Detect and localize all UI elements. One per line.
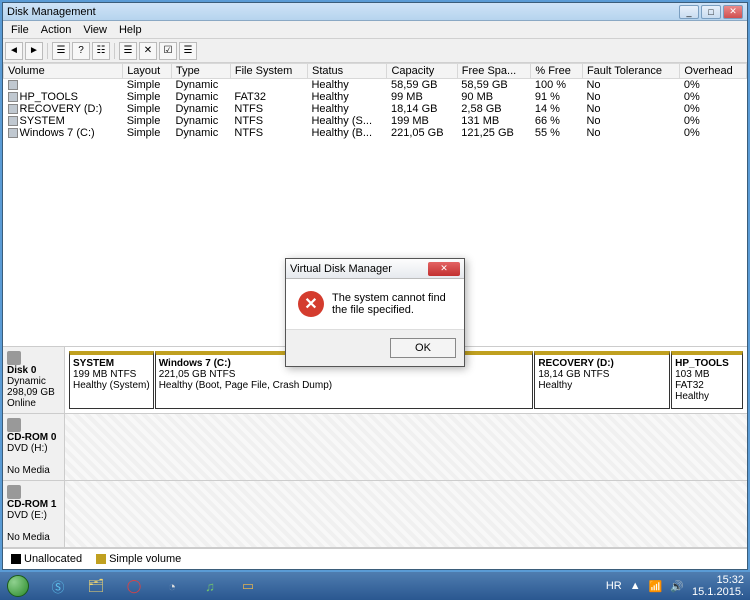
- partition[interactable]: HP_TOOLS103 MB FAT32Healthy: [671, 351, 743, 409]
- no-media: [65, 414, 747, 480]
- column-header[interactable]: Capacity: [387, 64, 457, 79]
- menu-view[interactable]: View: [77, 22, 113, 38]
- volume-icon: [8, 104, 18, 114]
- toolbar-button[interactable]: ☰: [52, 42, 70, 60]
- disk-header: Disk 0Dynamic298,09 GBOnline: [3, 347, 65, 413]
- window-title: Disk Management: [7, 6, 679, 18]
- column-header[interactable]: Type: [171, 64, 230, 79]
- forward-button[interactable]: ►: [25, 42, 43, 60]
- toolbar: ◄ ► ☰ ? ☷ ☰ ✕ ☑ ☰: [3, 39, 747, 63]
- column-header[interactable]: Layout: [123, 64, 172, 79]
- tray-network-icon[interactable]: 📶: [649, 580, 663, 593]
- volume-icon: [8, 92, 18, 102]
- windows-orb-icon: [7, 575, 29, 597]
- properties-icon[interactable]: ☑: [159, 42, 177, 60]
- dialog-titlebar[interactable]: Virtual Disk Manager ✕: [286, 259, 464, 279]
- taskbar-explorer-icon[interactable]: 🗂: [78, 574, 114, 598]
- disk-icon: [7, 418, 21, 432]
- toolbar-button[interactable]: ☰: [119, 42, 137, 60]
- tray-lang[interactable]: HR: [606, 580, 622, 592]
- error-dialog: Virtual Disk Manager ✕ ✕ The system cann…: [285, 258, 465, 367]
- dialog-close-button[interactable]: ✕: [428, 262, 460, 276]
- disk-header: CD-ROM 0DVD (H:)No Media: [3, 414, 65, 480]
- delete-icon[interactable]: ✕: [139, 42, 157, 60]
- menu-help[interactable]: Help: [113, 22, 148, 38]
- column-header[interactable]: Fault Tolerance: [582, 64, 679, 79]
- column-header[interactable]: Free Spa...: [457, 64, 531, 79]
- graphical-view[interactable]: Disk 0Dynamic298,09 GBOnlineSYSTEM199 MB…: [3, 346, 747, 548]
- ok-button[interactable]: OK: [390, 338, 456, 358]
- column-header[interactable]: Volume: [4, 64, 123, 79]
- column-header[interactable]: Status: [307, 64, 387, 79]
- menu-action[interactable]: Action: [35, 22, 78, 38]
- minimize-button[interactable]: _: [679, 5, 699, 19]
- volume-row[interactable]: SimpleDynamicHealthy58,59 GB58,59 GB100 …: [4, 79, 747, 92]
- volume-row[interactable]: HP_TOOLSSimpleDynamicFAT32Healthy99 MB90…: [4, 91, 747, 103]
- volume-row[interactable]: SYSTEMSimpleDynamicNTFSHealthy (S...199 …: [4, 115, 747, 127]
- tray-clock[interactable]: 15:32 15.1.2015.: [692, 574, 744, 598]
- column-header[interactable]: Overhead: [680, 64, 747, 79]
- taskbar-opera-icon[interactable]: ◯: [116, 574, 152, 598]
- taskbar-skype-icon[interactable]: Ⓢ: [40, 574, 76, 598]
- close-button[interactable]: ✕: [723, 5, 743, 19]
- volume-row[interactable]: RECOVERY (D:)SimpleDynamicNTFSHealthy18,…: [4, 103, 747, 115]
- volume-list[interactable]: VolumeLayoutTypeFile SystemStatusCapacit…: [3, 63, 747, 139]
- no-media: [65, 481, 747, 547]
- volume-icon: [8, 128, 18, 138]
- legend: Unallocated Simple volume: [3, 548, 747, 569]
- volume-icon: [8, 116, 18, 126]
- maximize-button[interactable]: □: [701, 5, 721, 19]
- tray-sound-icon[interactable]: 🔊: [670, 580, 684, 593]
- back-button[interactable]: ◄: [5, 42, 23, 60]
- disk-row[interactable]: CD-ROM 1DVD (E:)No Media: [3, 481, 747, 548]
- disk-header: CD-ROM 1DVD (E:)No Media: [3, 481, 65, 547]
- error-icon: ✕: [298, 291, 324, 317]
- legend-simple: Simple volume: [96, 553, 181, 565]
- taskbar-spotify-icon[interactable]: ♫: [192, 574, 228, 598]
- tray-flag-icon[interactable]: ▲: [630, 580, 641, 592]
- toolbar-button[interactable]: ☰: [179, 42, 197, 60]
- partition[interactable]: SYSTEM199 MB NTFSHealthy (System): [69, 351, 154, 409]
- help-icon[interactable]: ?: [72, 42, 90, 60]
- dialog-message: The system cannot find the file specifie…: [332, 292, 452, 316]
- volume-row[interactable]: Windows 7 (C:)SimpleDynamicNTFSHealthy (…: [4, 127, 747, 139]
- volume-icon: [8, 80, 18, 90]
- dialog-title: Virtual Disk Manager: [290, 263, 428, 275]
- column-header[interactable]: File System: [230, 64, 307, 79]
- taskbar-steam-icon[interactable]: ◔: [154, 574, 190, 598]
- column-header[interactable]: % Free: [531, 64, 583, 79]
- titlebar[interactable]: Disk Management _ □ ✕: [3, 3, 747, 21]
- disk-row[interactable]: CD-ROM 0DVD (H:)No Media: [3, 414, 747, 481]
- disk-icon: [7, 351, 21, 365]
- system-tray[interactable]: HR ▲ 📶 🔊 15:32 15.1.2015.: [600, 574, 750, 598]
- menu-file[interactable]: File: [5, 22, 35, 38]
- toolbar-button[interactable]: ☷: [92, 42, 110, 60]
- partition[interactable]: RECOVERY (D:)18,14 GB NTFSHealthy: [534, 351, 670, 409]
- legend-unallocated: Unallocated: [11, 553, 82, 565]
- taskbar-app-icon[interactable]: ▭: [230, 574, 266, 598]
- disk-icon: [7, 485, 21, 499]
- start-button[interactable]: [0, 572, 36, 600]
- taskbar: Ⓢ 🗂 ◯ ◔ ♫ ▭ HR ▲ 📶 🔊 15:32 15.1.2015.: [0, 572, 750, 600]
- menubar: File Action View Help: [3, 21, 747, 39]
